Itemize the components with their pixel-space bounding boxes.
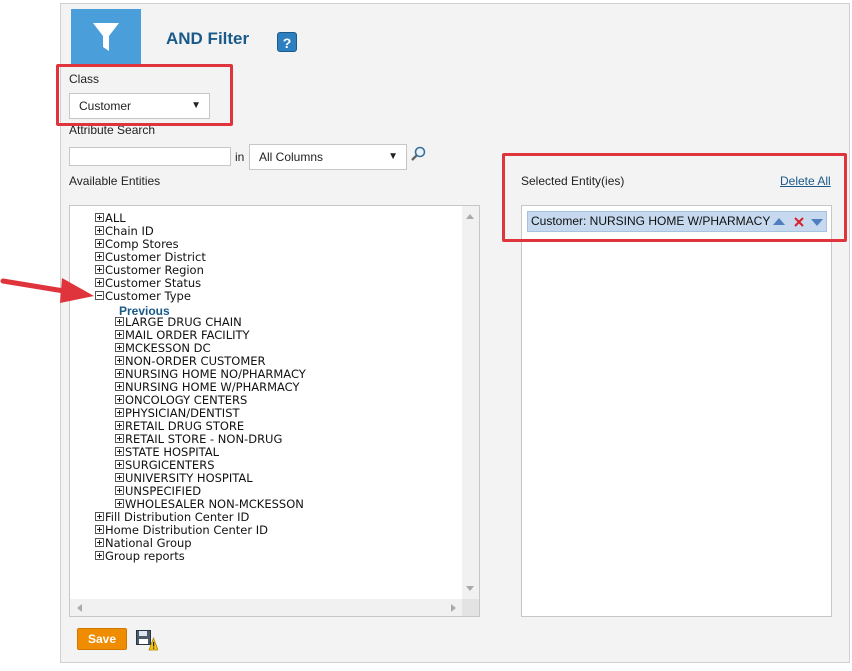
tree-item-label: Customer Type: [105, 289, 191, 303]
tree-item-label: Customer Region: [105, 263, 204, 277]
highlight-class-box: [56, 64, 233, 126]
filter-icon: [93, 23, 119, 51]
plus-icon[interactable]: [95, 213, 104, 222]
plus-icon[interactable]: [115, 486, 124, 495]
available-entities-label: Available Entities: [69, 174, 161, 188]
tree-item-label: SURGICENTERS: [125, 458, 215, 472]
plus-icon[interactable]: [95, 551, 104, 560]
plus-icon[interactable]: [115, 330, 124, 339]
plus-icon[interactable]: [115, 369, 124, 378]
save-button[interactable]: Save: [77, 628, 127, 650]
scroll-corner: [462, 599, 479, 616]
tree-item-label: Home Distribution Center ID: [105, 523, 268, 537]
page-title: AND Filter: [166, 29, 250, 48]
highlight-selected-box: [502, 153, 847, 242]
tree-item-expanded[interactable]: Customer Type: [95, 290, 191, 303]
tree-item-label: Group reports: [105, 549, 185, 563]
tree-item-label: Chain ID: [105, 224, 154, 238]
tree-item-label: Customer Status: [105, 276, 202, 290]
vertical-scrollbar[interactable]: [462, 206, 479, 599]
tree-item-label: ONCOLOGY CENTERS: [125, 393, 248, 407]
help-icon[interactable]: ?: [277, 32, 297, 52]
plus-icon[interactable]: [95, 252, 104, 261]
plus-icon[interactable]: [115, 434, 124, 443]
plus-icon[interactable]: [115, 343, 124, 352]
scroll-up-icon[interactable]: [466, 214, 474, 219]
tree-item-label: RETAIL DRUG STORE: [125, 419, 245, 433]
tree-item-label: MCKESSON DC: [125, 341, 211, 355]
tree-item-label: PHYSICIAN/DENTIST: [125, 406, 240, 420]
search-scope-select[interactable]: All Columns ▼: [249, 144, 407, 170]
filter-header-icon: [71, 9, 141, 67]
scroll-right-icon[interactable]: [451, 604, 456, 612]
plus-icon[interactable]: [95, 512, 104, 521]
plus-icon[interactable]: [115, 447, 124, 456]
plus-icon[interactable]: [115, 421, 124, 430]
in-label: in: [235, 150, 245, 164]
tree-item-label: NURSING HOME NO/PHARMACY: [125, 367, 306, 381]
plus-icon[interactable]: [115, 473, 124, 482]
tree-item-label: RETAIL STORE - NON-DRUG: [125, 432, 283, 446]
plus-icon[interactable]: [95, 265, 104, 274]
tree-item-label: ALL: [105, 211, 126, 225]
tree-item-label: STATE HOSPITAL: [125, 445, 220, 459]
tree-item-label: NURSING HOME W/PHARMACY: [125, 380, 300, 394]
plus-icon[interactable]: [115, 317, 124, 326]
plus-icon[interactable]: [115, 499, 124, 508]
plus-icon[interactable]: [95, 538, 104, 547]
tree-item[interactable]: Group reports: [95, 550, 185, 563]
save-warning-icon[interactable]: [136, 630, 158, 651]
tree-item-label: LARGE DRUG CHAIN: [125, 315, 242, 329]
tree-item-label: Comp Stores: [105, 237, 179, 251]
tree-item-label: Customer District: [105, 250, 206, 264]
tree-item-label: Fill Distribution Center ID: [105, 510, 250, 524]
arrow-pointer-icon: [0, 278, 94, 303]
plus-icon[interactable]: [95, 278, 104, 287]
magnifier-icon[interactable]: [410, 146, 427, 163]
plus-icon[interactable]: [115, 356, 124, 365]
plus-icon[interactable]: [115, 382, 124, 391]
plus-icon[interactable]: [115, 408, 124, 417]
attribute-search-input[interactable]: [69, 147, 231, 166]
tree-item-label: UNSPECIFIED: [125, 484, 202, 498]
plus-icon[interactable]: [95, 525, 104, 534]
plus-icon[interactable]: [115, 460, 124, 469]
tree-item-label: National Group: [105, 536, 192, 550]
minus-icon[interactable]: [95, 291, 104, 300]
horizontal-scrollbar[interactable]: [70, 599, 463, 616]
scroll-left-icon[interactable]: [77, 604, 82, 612]
tree-item-label: NON-ORDER CUSTOMER: [125, 354, 266, 368]
tree-item-label: UNIVERSITY HOSPITAL: [125, 471, 253, 485]
dropdown-arrow-icon: ▼: [388, 151, 398, 162]
tree-item-label: MAIL ORDER FACILITY: [125, 328, 250, 342]
selected-entities-list: [521, 205, 832, 617]
tree-item-label: WHOLESALER NON-MCKESSON: [125, 497, 304, 511]
plus-icon[interactable]: [95, 239, 104, 248]
plus-icon[interactable]: [95, 226, 104, 235]
scroll-down-icon[interactable]: [466, 586, 474, 591]
search-scope-value: All Columns: [259, 150, 324, 164]
plus-icon[interactable]: [115, 395, 124, 404]
